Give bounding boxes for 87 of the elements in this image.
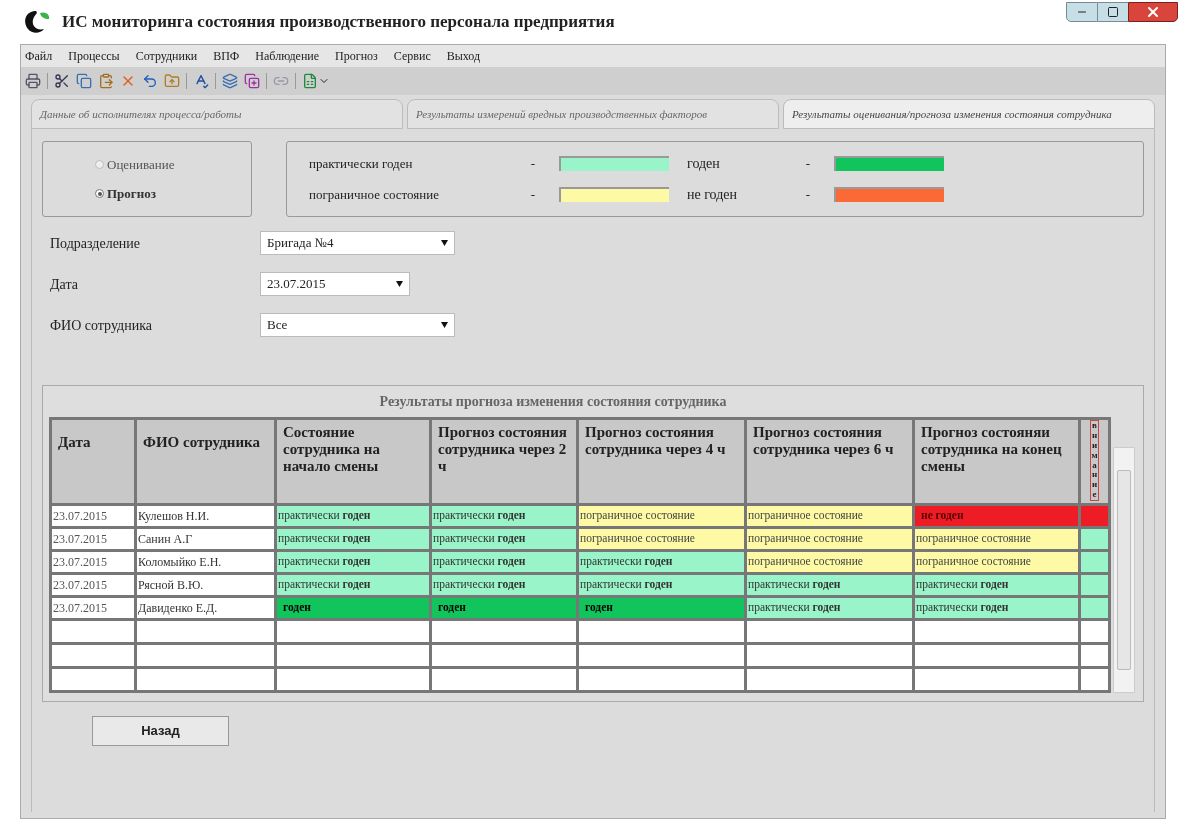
table-cell: 23.07.2015	[50, 504, 136, 528]
status-cell: пограничное состояние	[745, 504, 914, 528]
mode-radio[interactable]: Прогноз	[95, 184, 251, 204]
status-cell: практически годен	[275, 573, 431, 597]
dropdown-caret-icon	[396, 281, 403, 287]
leaf-logo-icon	[22, 9, 52, 35]
legend-label: практически годен	[309, 154, 413, 173]
table-cell: Кулешов Н.И.	[135, 504, 276, 528]
table-cell: Коломыйко Е.Н.	[135, 550, 276, 574]
status-cell: пограничное состояние	[913, 527, 1080, 551]
printer-icon[interactable]	[25, 73, 41, 89]
menu-item[interactable]: Наблюдение	[255, 47, 320, 65]
legend-dash: -	[530, 185, 535, 204]
scrollbar[interactable]	[1113, 447, 1135, 693]
menu-item[interactable]: Сотрудники	[135, 47, 198, 65]
menu-item[interactable]: ВПФ	[213, 47, 240, 65]
status-cell: практически годен	[745, 596, 914, 620]
close-button[interactable]	[1128, 2, 1178, 22]
status-cell: пограничное состояние	[913, 550, 1080, 574]
menu-item[interactable]: Прогноз	[335, 47, 378, 65]
close-icon	[1145, 4, 1161, 20]
legend-label: годен	[687, 155, 720, 173]
layers-icon[interactable]	[222, 73, 238, 89]
status-cell: практически годен	[430, 573, 578, 597]
tab[interactable]: Данные об исполнителях процесса/работы	[31, 99, 403, 129]
dropdown-caret-icon	[441, 240, 448, 246]
table-cell: 23.07.2015	[50, 596, 136, 620]
column-header: ФИО сотрудника	[135, 418, 276, 505]
status-cell: годен	[275, 596, 431, 620]
paste-icon[interactable]	[98, 73, 114, 89]
legend-dash: -	[805, 154, 810, 173]
status-cell: практически годен	[913, 596, 1080, 620]
legend-dash: -	[530, 154, 535, 173]
status-cell: практически годен	[430, 527, 578, 551]
status-cell: пограничное состояние	[745, 527, 914, 551]
spreadsheet-icon[interactable]	[302, 73, 318, 89]
tab[interactable]: Результаты оценивания/прогноза изменения состояния сотрудника	[783, 99, 1155, 129]
menu-item[interactable]: Процессы	[68, 47, 120, 65]
status-cell: практически годен	[275, 527, 431, 551]
status-cell: практически годен	[275, 504, 431, 528]
table-cell: 23.07.2015	[50, 550, 136, 574]
status-cell: пограничное состояние	[577, 504, 746, 528]
table-cell: 23.07.2015	[50, 573, 136, 597]
status-cell: практически годен	[745, 573, 914, 597]
maximize-button[interactable]	[1098, 2, 1128, 22]
copy-plus-icon[interactable]	[244, 73, 260, 89]
copy-icon[interactable]	[76, 73, 92, 89]
menu-item[interactable]: Выход	[446, 47, 481, 65]
status-cell: практически годен	[275, 550, 431, 574]
filter-label: Подразделение	[50, 234, 142, 253]
status-cell: практически годен	[913, 573, 1080, 597]
status-cell: пограничное состояние	[745, 550, 914, 574]
dropdown-caret-icon	[441, 322, 448, 328]
column-header: Дата	[50, 418, 136, 505]
dropdown-field[interactable]: Бригада №4	[260, 231, 455, 255]
menu-item[interactable]: Файл	[25, 47, 53, 65]
back-button[interactable]: Назад	[92, 716, 229, 746]
table-cell: 23.07.2015	[50, 527, 136, 551]
filter-label: Дата	[50, 275, 79, 294]
undo-icon[interactable]	[142, 73, 158, 89]
status-cell: практически годен	[577, 573, 746, 597]
status-cell: практически годен	[430, 504, 578, 528]
status-cell: пограничное состояние	[577, 527, 746, 551]
legend-label: пограничное состояние	[309, 185, 439, 204]
table-cell: Рясной В.Ю.	[135, 573, 276, 597]
folder-icon[interactable]	[164, 73, 180, 89]
menu-item[interactable]: Сервис	[393, 47, 431, 65]
status-cell: практически годен	[430, 550, 578, 574]
column-header: внимание	[1090, 420, 1099, 502]
table-title: Результаты прогноза изменения состояния сотрудника	[378, 393, 728, 411]
table-cell: Давиденко Е.Д.	[135, 596, 276, 620]
tab[interactable]: Результаты измерений вредных производственных факторов	[407, 99, 779, 129]
spellcheck-icon[interactable]	[193, 73, 209, 89]
legend-label: не годен	[687, 186, 738, 204]
legend-dash: -	[805, 185, 810, 204]
status-cell: годен	[430, 596, 578, 620]
maximize-icon	[1107, 6, 1119, 18]
status-cell: не годен	[913, 504, 1080, 528]
mode-radio[interactable]: Оценивание	[95, 154, 251, 174]
status-cell: практически годен	[577, 550, 746, 574]
table-cell: Санин А.Г	[135, 527, 276, 551]
filter-label: ФИО сотрудника	[50, 316, 153, 335]
scissors-icon[interactable]	[54, 73, 70, 89]
status-cell: годен	[577, 596, 746, 620]
dropdown-field[interactable]: 23.07.2015	[260, 272, 410, 296]
dropdown-field[interactable]: Все	[260, 313, 455, 337]
window-title: ИС мониторинга состояния производственного персонала предприятия	[62, 11, 615, 34]
